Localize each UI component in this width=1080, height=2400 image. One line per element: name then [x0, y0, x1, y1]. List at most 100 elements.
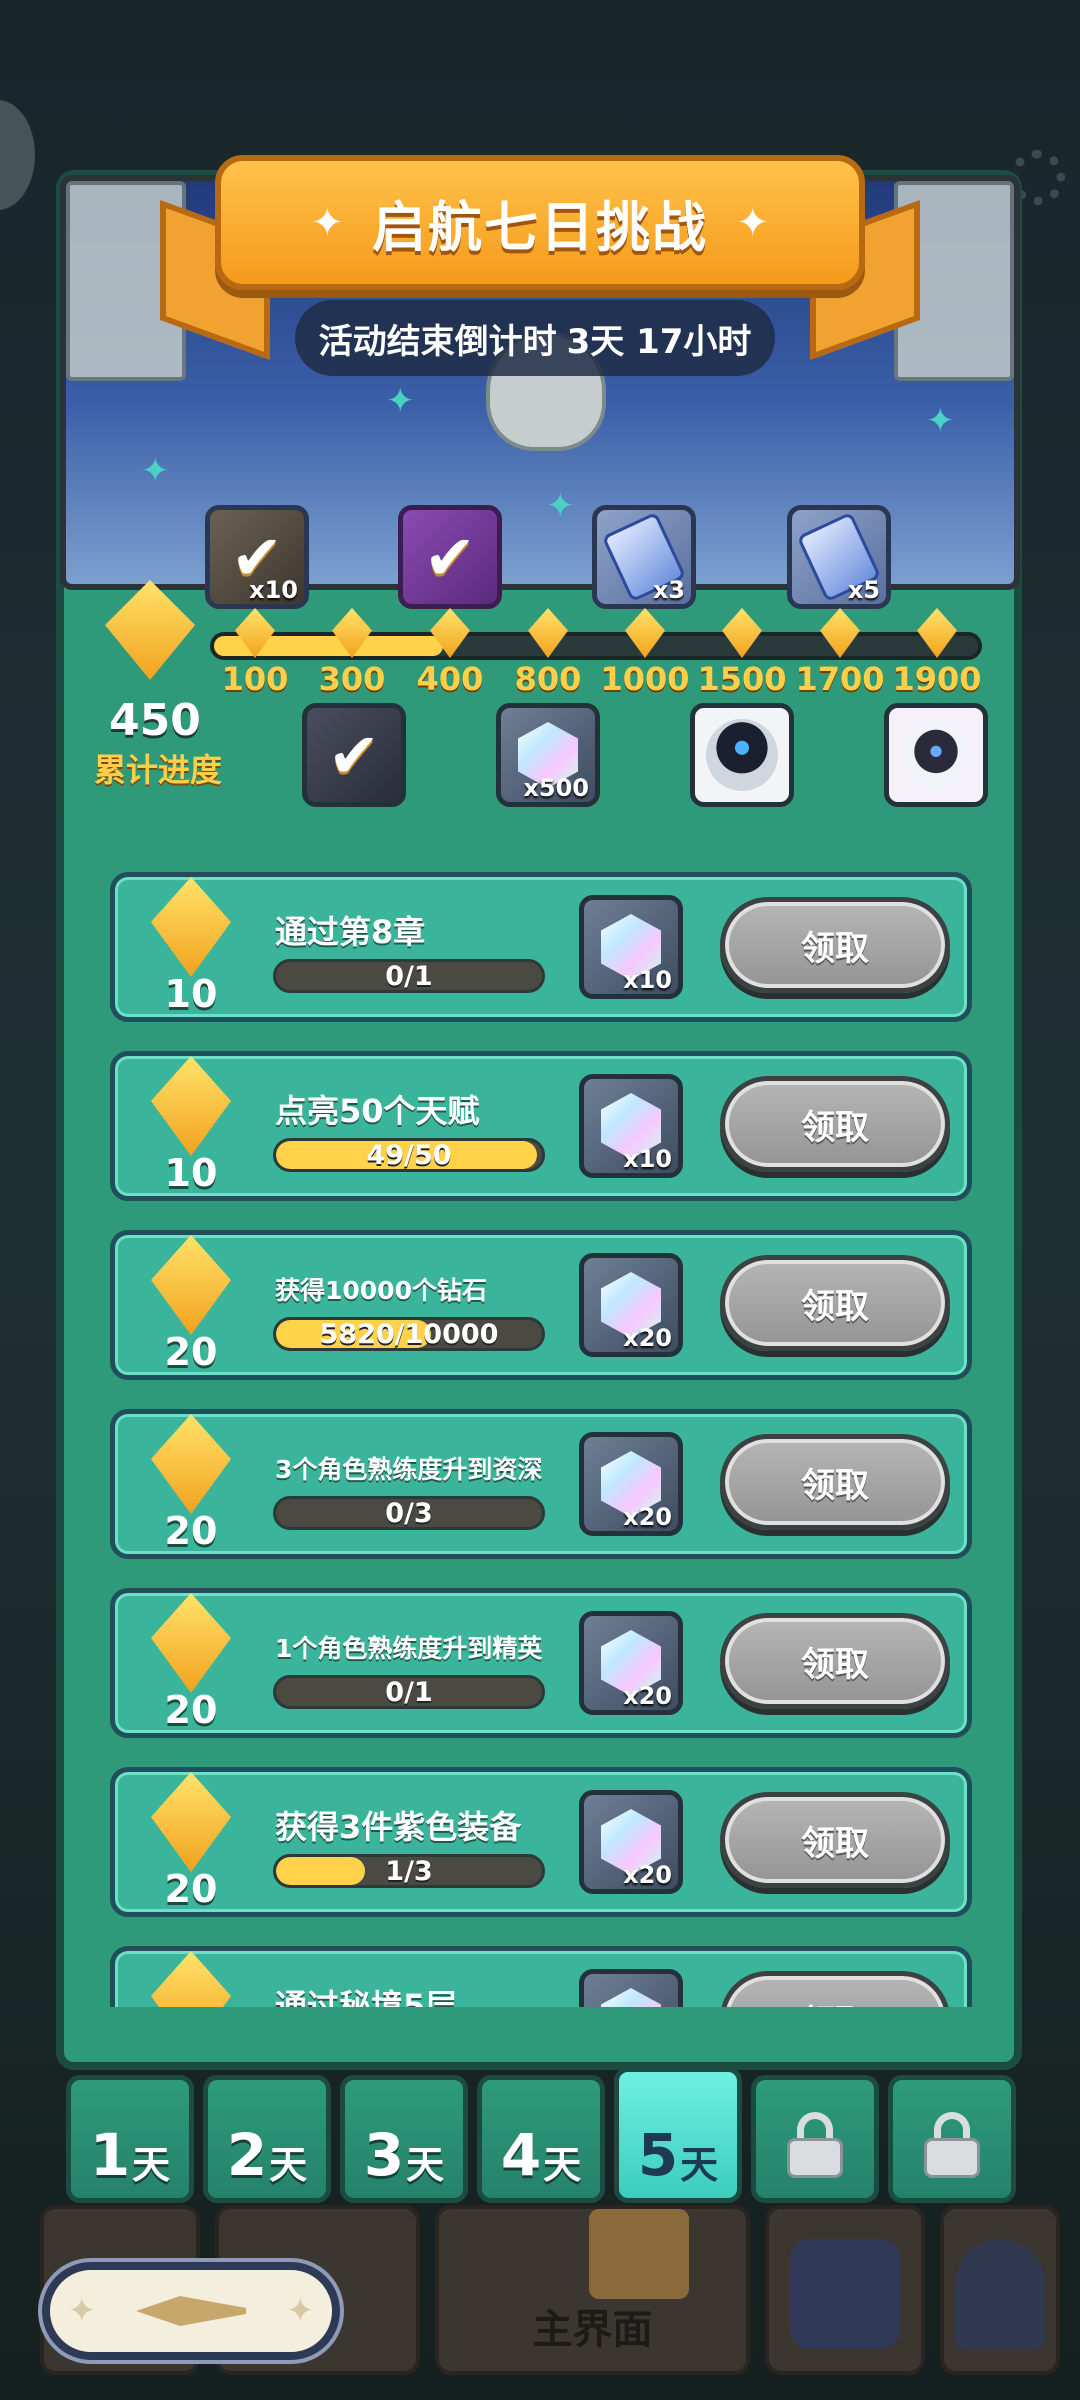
milestone-reward-1[interactable]: ✔ — [302, 703, 406, 807]
tab-day-number: 3 — [363, 2121, 405, 2189]
task-reward[interactable]: x20 — [579, 1790, 683, 1894]
nav-slot-home[interactable]: 主界面 — [435, 2205, 750, 2375]
milestone-diamond-icon — [625, 608, 665, 658]
task-row: 20 获得10000个钻石 5820/10000 x20 领取 — [110, 1230, 972, 1380]
task-reward[interactable] — [579, 1969, 683, 2007]
milestone-reward-2[interactable]: x500 — [496, 703, 600, 807]
task-name: 获得3件紫色装备 — [275, 1808, 522, 1846]
task-name: 1个角色熟练度升到精英 — [275, 1634, 543, 1663]
sparkle-icon: ✦ — [386, 381, 415, 421]
progress-total: 450 — [109, 695, 201, 746]
nav-slot-hall[interactable] — [940, 2205, 1060, 2375]
milestone-label: 800 — [514, 660, 582, 698]
task-name: 通过秘境5层 — [275, 1987, 458, 2007]
task-points: 20 — [164, 1509, 218, 1553]
tab-day-2[interactable]: 2天 — [203, 2075, 331, 2203]
task-reward[interactable]: x20 — [579, 1253, 683, 1357]
task-row: 20 3个角色熟练度升到资深 0/3 x20 领取 — [110, 1409, 972, 1559]
task-row: 通过秘境5层 领取 — [110, 1946, 972, 2007]
progress-track — [210, 632, 982, 660]
milestone-label: 300 — [318, 660, 386, 698]
reward-qty: x500 — [523, 774, 589, 802]
tab-day-locked[interactable] — [888, 2075, 1016, 2203]
points-diamond-icon — [151, 1235, 231, 1335]
task-points: 20 — [164, 1867, 218, 1911]
milestone-label: 1900 — [892, 660, 982, 698]
task-reward[interactable]: x20 — [579, 1611, 683, 1715]
task-progress-bar: 0/1 — [273, 1675, 545, 1709]
task-name: 获得10000个钻石 — [275, 1276, 487, 1305]
task-list[interactable]: 10 通过第8章 0/1 x10 领取 10 点亮50个天赋 49/50 x10 领取 20 获得10… — [110, 872, 972, 2007]
top-reward-4[interactable]: x5 — [787, 505, 891, 609]
top-reward-2[interactable]: ✔ — [398, 505, 502, 609]
milestone-label: 1000 — [600, 660, 690, 698]
task-progress-bar: 49/50 — [273, 1138, 545, 1172]
task-reward[interactable]: x20 — [579, 1432, 683, 1536]
star-icon: ✦ — [67, 2291, 97, 2331]
reward-qty: x20 — [623, 1682, 672, 1710]
home-icon — [589, 2209, 689, 2299]
points-diamond-icon — [151, 877, 231, 977]
task-points: 10 — [164, 972, 218, 1016]
milestone-reward-3[interactable] — [690, 703, 794, 807]
claim-button[interactable]: 领取 — [720, 1076, 950, 1172]
event-title: 启航七日挑战 — [372, 196, 708, 259]
gem-icon — [601, 1988, 661, 2007]
milestone-label: 100 — [221, 660, 289, 698]
task-progress-bar: 1/3 — [273, 1854, 545, 1888]
claim-button[interactable]: 领取 — [720, 1255, 950, 1351]
points-diamond-icon — [151, 1056, 231, 1156]
check-icon: ✔ — [424, 520, 476, 594]
tab-day-3[interactable]: 3天 — [340, 2075, 468, 2203]
countdown-label: 活动结束倒计时 — [318, 321, 557, 362]
tab-day-locked[interactable] — [751, 2075, 879, 2203]
countdown-pill: 活动结束倒计时 3天 17小时 — [295, 300, 775, 376]
back-arrow-icon — [136, 2296, 246, 2326]
top-reward-3[interactable]: x3 — [592, 505, 696, 609]
day-tabs: 1天2天3天4天5天 — [62, 2067, 1022, 2205]
reward-qty: x10 — [623, 1145, 672, 1173]
tab-day-unit: 天 — [406, 2143, 445, 2187]
task-progress-text: 0/1 — [385, 1676, 433, 1708]
milestone-diamond-icon — [528, 608, 568, 658]
claim-button[interactable]: 领取 — [720, 1613, 950, 1709]
skill-icon — [790, 2239, 900, 2349]
claim-button[interactable]: 领取 — [720, 1434, 950, 1530]
milestone-label: 1700 — [795, 660, 885, 698]
reward-qty: x20 — [623, 1324, 672, 1352]
sparkle-icon: ✦ — [546, 486, 575, 526]
task-row: 10 点亮50个天赋 49/50 x10 领取 — [110, 1051, 972, 1201]
milestone-reward-4[interactable] — [884, 703, 988, 807]
claim-button[interactable]: 领取 — [720, 1792, 950, 1888]
claim-button[interactable]: 领取 — [720, 897, 950, 993]
milestone-diamond-icon — [722, 608, 762, 658]
task-progress-text: 1/3 — [385, 1855, 433, 1887]
tab-day-number: 5 — [637, 2121, 679, 2189]
nav-slot-skill[interactable] — [765, 2205, 925, 2375]
progress-star-icon — [105, 580, 195, 680]
task-reward[interactable]: x10 — [579, 895, 683, 999]
progress-label: 累计进度 — [93, 751, 222, 789]
star-icon: ✦ — [286, 2291, 315, 2331]
home-label: 主界面 — [532, 2307, 653, 2353]
tab-day-4[interactable]: 4天 — [477, 2075, 605, 2203]
milestone-diamond-icon — [917, 608, 957, 658]
lock-icon — [787, 2112, 843, 2178]
task-progress-text: 5820/10000 — [319, 1318, 499, 1350]
star-icon: ✦ — [736, 199, 770, 246]
task-name: 3个角色熟练度升到资深 — [275, 1455, 543, 1484]
tab-day-1[interactable]: 1天 — [66, 2075, 194, 2203]
tab-day-5[interactable]: 5天 — [614, 2067, 742, 2203]
check-icon: ✔ — [328, 718, 380, 792]
reward-qty: x3 — [652, 576, 685, 604]
claim-button[interactable]: 领取 — [720, 1971, 950, 2007]
task-reward[interactable]: x10 — [579, 1074, 683, 1178]
sparkle-icon: ✦ — [926, 401, 955, 441]
robot-icon — [706, 719, 778, 791]
milestone-diamond-icon — [332, 608, 372, 658]
task-points: 10 — [164, 1151, 218, 1195]
top-reward-1[interactable]: ✔ x10 — [205, 505, 309, 609]
back-button[interactable]: ✦ ✦ — [42, 2262, 340, 2360]
task-points: 20 — [164, 1330, 218, 1374]
task-progress-bar: 0/1 — [273, 959, 545, 993]
